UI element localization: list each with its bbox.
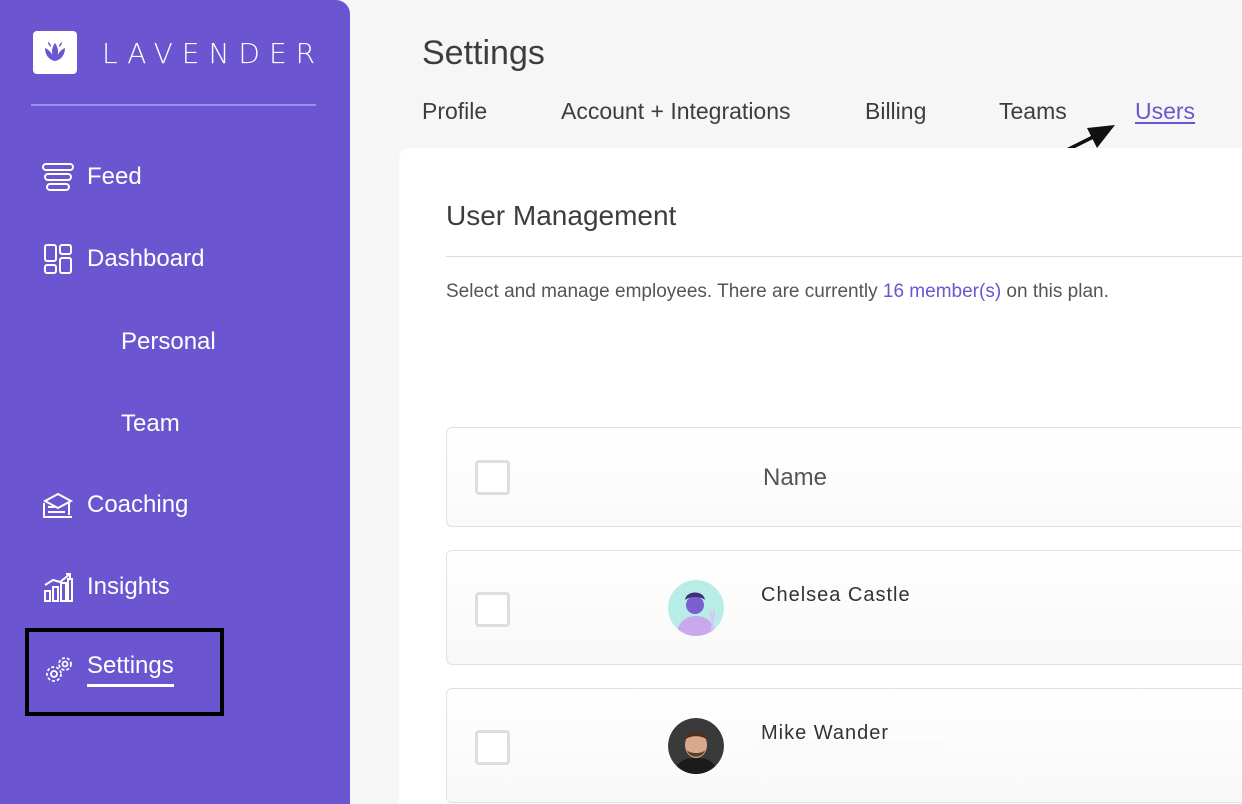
row-checkbox[interactable] — [475, 592, 510, 627]
sidebar-item-team[interactable]: Team — [121, 410, 180, 438]
user-detail-placeholder — [755, 741, 945, 771]
section-divider — [446, 256, 1242, 257]
table-row[interactable]: Mike Wander — [446, 688, 1242, 803]
sidebar-divider — [31, 104, 316, 106]
user-detail-placeholder — [755, 609, 945, 639]
sidebar-item-personal[interactable]: Personal — [121, 328, 216, 356]
app-window: LAVENDER Feed Dashboard Personal Team Co… — [0, 0, 1242, 804]
tab-account-integrations[interactable]: Account + Integrations — [561, 98, 791, 125]
tab-users[interactable]: Users — [1135, 98, 1195, 125]
lavender-logo-icon[interactable] — [33, 31, 77, 74]
coaching-icon — [41, 488, 75, 522]
sidebar: LAVENDER Feed Dashboard Personal Team Co… — [0, 0, 350, 804]
sidebar-item-insights[interactable]: Insights — [41, 570, 170, 604]
table-row[interactable]: Chelsea Castle — [446, 550, 1242, 665]
row-checkbox[interactable] — [475, 730, 510, 765]
annotation-highlight-box — [25, 628, 224, 716]
select-all-checkbox[interactable] — [475, 460, 510, 495]
insights-icon — [41, 570, 75, 604]
page-title: Settings — [422, 34, 545, 72]
avatar — [668, 718, 724, 774]
sidebar-item-dashboard[interactable]: Dashboard — [41, 242, 204, 276]
section-title: User Management — [446, 200, 677, 231]
dashboard-icon — [41, 242, 75, 276]
user-name: Chelsea Castle — [761, 584, 911, 606]
avatar — [668, 580, 724, 636]
tab-profile[interactable]: Profile — [422, 98, 487, 125]
feed-icon — [41, 160, 75, 194]
sidebar-item-coaching[interactable]: Coaching — [41, 488, 188, 522]
sidebar-item-label: Dashboard — [87, 245, 205, 272]
sidebar-item-label: Insights — [87, 573, 170, 600]
table-header: Name — [446, 427, 1242, 527]
sidebar-item-label: Coaching — [87, 491, 189, 518]
brand-wordmark: LAVENDER — [102, 37, 325, 70]
sidebar-item-label: Feed — [87, 163, 142, 190]
sidebar-item-feed[interactable]: Feed — [41, 160, 142, 194]
member-count: 16 member(s) — [882, 281, 1002, 302]
column-header-name[interactable]: Name — [763, 464, 827, 492]
tab-billing[interactable]: Billing — [865, 98, 926, 125]
section-description: Select and manage employees. There are c… — [446, 281, 1109, 302]
